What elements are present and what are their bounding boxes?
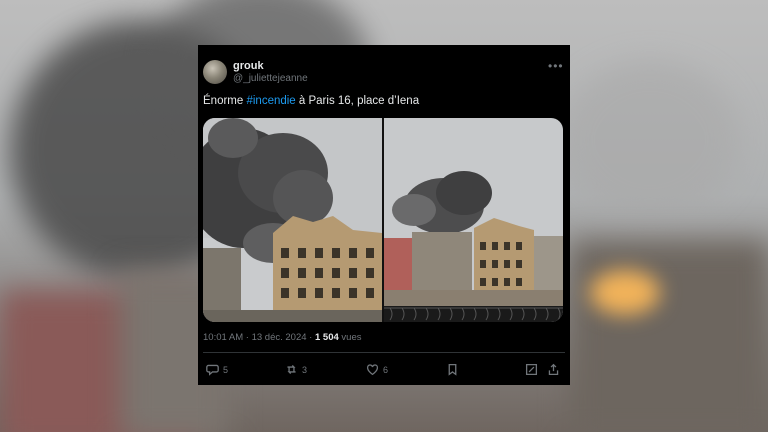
- tweet-card: grouk @_juliettejeanne ••• Énorme #incen…: [198, 45, 570, 385]
- bookmark-icon: [448, 363, 457, 376]
- edit-square-icon: [525, 363, 538, 376]
- reply-count: 5: [223, 364, 229, 375]
- like-button[interactable]: 6: [366, 363, 388, 376]
- tweet-time[interactable]: 10:01 AM: [203, 332, 243, 343]
- fire-photo-left[interactable]: [203, 118, 382, 322]
- tweet-text-before: Énorme: [203, 95, 247, 107]
- tweet-text-after: à Paris 16, place d’Iena: [295, 95, 420, 107]
- heart-icon: [366, 364, 379, 376]
- edit-button[interactable]: [525, 363, 538, 376]
- share-upload-icon: [548, 363, 559, 376]
- more-options-icon[interactable]: •••: [548, 59, 564, 73]
- views-count: 1 504: [314, 332, 339, 343]
- repost-button[interactable]: 3: [285, 363, 307, 376]
- reply-button[interactable]: 5: [206, 363, 228, 376]
- fire-photo-right[interactable]: [384, 118, 563, 322]
- separator: [203, 352, 565, 353]
- tweet-meta: 10:01 AM · 13 déc. 2024 · 1 504 vues: [203, 332, 362, 343]
- speech-bubble-icon: [206, 364, 219, 376]
- views-label: vues: [341, 332, 362, 343]
- repost-arrows-icon: [287, 364, 296, 375]
- tweet-text: Énorme #incendie à Paris 16, place d’Ien…: [203, 95, 419, 107]
- share-button[interactable]: [547, 363, 560, 376]
- tweet-date[interactable]: 13 déc. 2024: [252, 332, 307, 343]
- media-gallery: [203, 118, 563, 322]
- like-count: 6: [383, 364, 389, 375]
- hashtag-link[interactable]: #incendie: [246, 95, 295, 107]
- avatar[interactable]: [203, 60, 227, 84]
- author-name[interactable]: grouk: [233, 60, 264, 72]
- bookmark-button[interactable]: [446, 363, 459, 376]
- repost-count: 3: [302, 364, 308, 375]
- author-handle[interactable]: @_juliettejeanne: [233, 73, 308, 84]
